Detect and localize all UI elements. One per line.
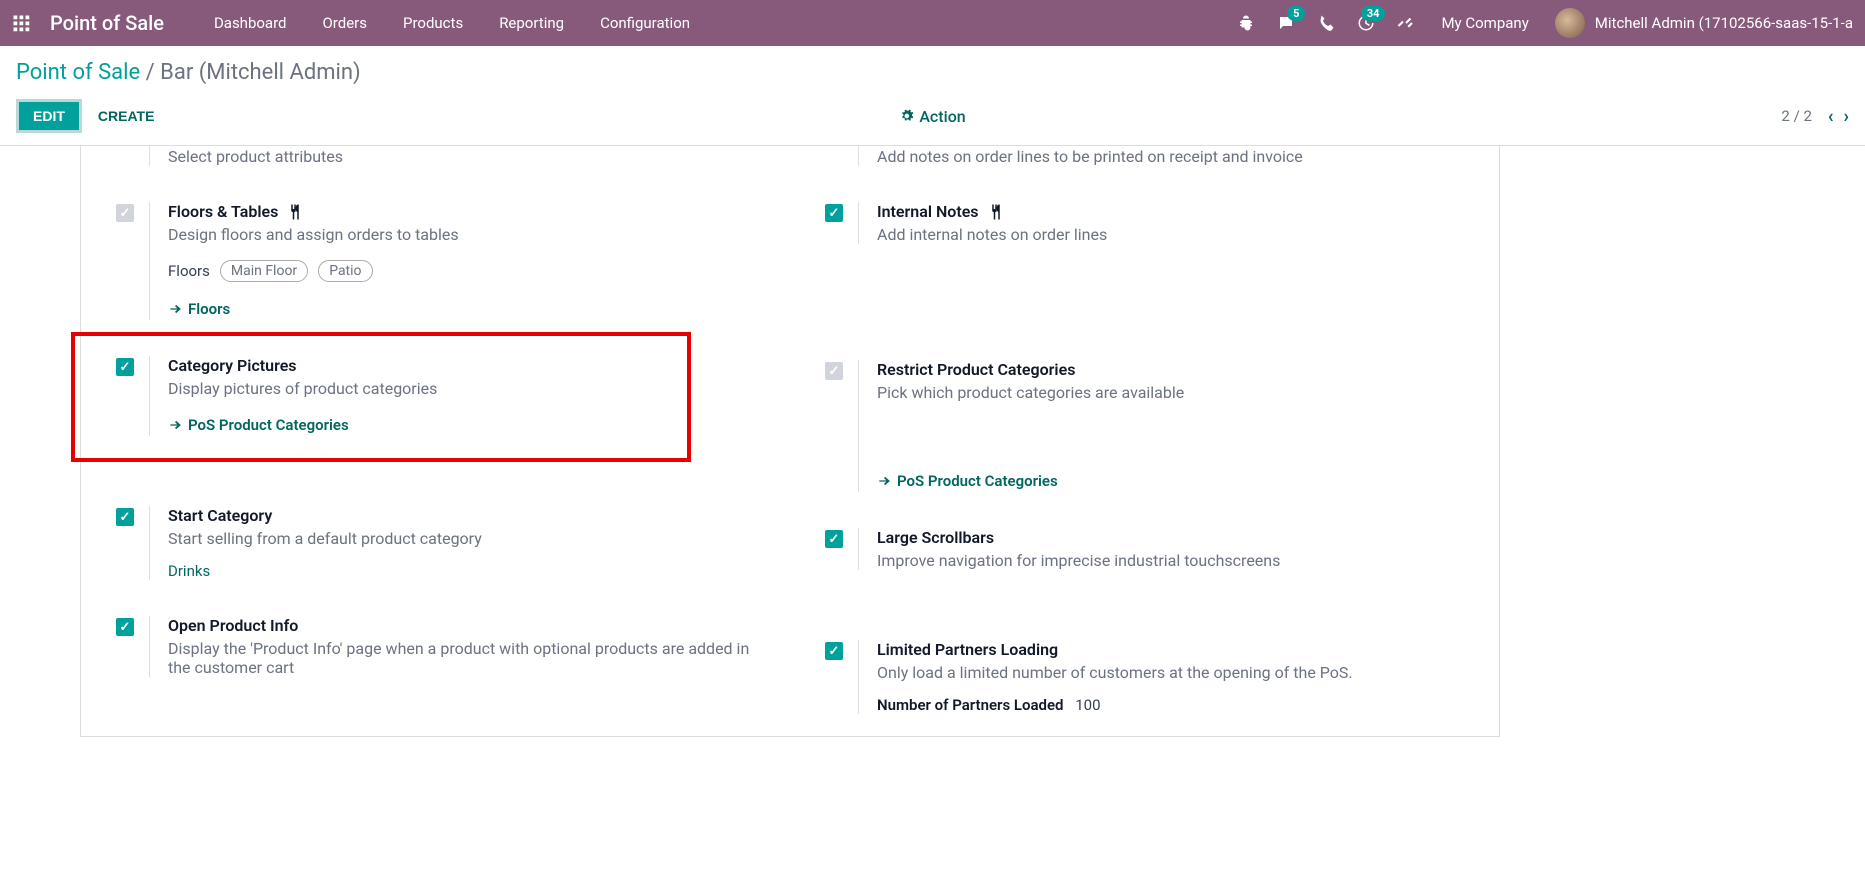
title-internal-notes: Internal Notes: [877, 202, 979, 221]
nav-orders[interactable]: Orders: [304, 0, 385, 46]
nav-reporting[interactable]: Reporting: [481, 0, 582, 46]
title-open-product-info: Open Product Info: [168, 616, 770, 635]
pill-main-floor[interactable]: Main Floor: [220, 260, 308, 282]
pager-text: 2 / 2: [1781, 107, 1812, 125]
pager-next[interactable]: ›: [1844, 106, 1849, 127]
breadcrumb-root[interactable]: Point of Sale: [16, 60, 140, 85]
company-selector[interactable]: My Company: [1427, 14, 1542, 32]
breadcrumb-bar: Point of Sale / Bar (Mitchell Admin): [0, 46, 1865, 85]
setting-large-scrollbars: Large Scrollbars Improve navigation for …: [810, 514, 1479, 592]
content-scroll[interactable]: Product Configurator Select product attr…: [0, 146, 1865, 886]
activity-badge: 34: [1361, 6, 1386, 21]
checkbox-internal-notes[interactable]: [825, 204, 843, 222]
pill-patio[interactable]: Patio: [318, 260, 372, 282]
desc-floors-tables: Design floors and assign orders to table…: [168, 225, 770, 244]
num-partners-value: 100: [1075, 696, 1100, 714]
control-bar: Edit Create Action 2 / 2 ‹ ›: [0, 85, 1865, 146]
checkbox-restrict-categories[interactable]: [825, 362, 843, 380]
desc-customer-notes: Add notes on order lines to be printed o…: [877, 147, 1479, 166]
user-menu[interactable]: Mitchell Admin (17102566-saas-15-1-a: [1545, 8, 1859, 38]
desc-internal-notes: Add internal notes on order lines: [877, 225, 1479, 244]
tools-icon[interactable]: [1387, 0, 1425, 46]
setting-open-product-info: Open Product Info Display the 'Product I…: [101, 602, 770, 699]
link-pos-categories-left[interactable]: PoS Product Categories: [168, 416, 349, 434]
breadcrumb: Point of Sale / Bar (Mitchell Admin): [16, 60, 1849, 85]
avatar: [1555, 8, 1585, 38]
setting-limited-partners: Limited Partners Loading Only load a lim…: [810, 592, 1479, 736]
setting-internal-notes: Internal Notes Add internal notes on ord…: [810, 188, 1479, 266]
setting-customer-notes: Customer Notes Add notes on order lines …: [810, 146, 1479, 188]
link-floors[interactable]: Floors: [168, 300, 230, 318]
pager-wrap: 2 / 2 ‹ ›: [1781, 106, 1849, 127]
title-start-category: Start Category: [168, 506, 770, 525]
desc-open-product-info: Display the 'Product Info' page when a p…: [168, 639, 770, 677]
left-column: Product Configurator Select product attr…: [81, 146, 790, 736]
edit-button[interactable]: Edit: [16, 99, 82, 133]
title-restrict-categories: Restrict Product Categories: [877, 360, 1479, 379]
desc-restrict-categories: Pick which product categories are availa…: [877, 383, 1479, 402]
pager-prev[interactable]: ‹: [1828, 106, 1834, 127]
value-start-category[interactable]: Drinks: [168, 562, 770, 580]
checkbox-category-pictures[interactable]: [116, 358, 134, 376]
checkbox-floors-tables[interactable]: [116, 204, 134, 222]
breadcrumb-sep: /: [146, 60, 161, 85]
title-limited-partners: Limited Partners Loading: [877, 640, 1479, 659]
messaging-icon[interactable]: 5: [1267, 0, 1305, 46]
nav-menu: Dashboard Orders Products Reporting Conf…: [196, 0, 708, 46]
messaging-badge: 5: [1287, 6, 1305, 21]
setting-start-category: Start Category Start selling from a defa…: [101, 458, 770, 602]
nav-configuration[interactable]: Configuration: [582, 0, 708, 46]
desc-large-scrollbars: Improve navigation for imprecise industr…: [877, 551, 1479, 570]
create-button[interactable]: Create: [82, 102, 171, 130]
breadcrumb-current: Bar (Mitchell Admin): [160, 60, 361, 85]
link-pos-categories-right[interactable]: PoS Product Categories: [877, 472, 1058, 490]
title-category-pictures: Category Pictures: [168, 356, 770, 375]
user-name: Mitchell Admin (17102566-saas-15-1-a: [1595, 14, 1853, 32]
form-sheet: Product Configurator Select product attr…: [80, 146, 1500, 737]
action-menu[interactable]: Action: [899, 107, 965, 126]
setting-restrict-categories: Restrict Product Categories Pick which p…: [810, 266, 1479, 514]
checkbox-start-category[interactable]: [116, 508, 134, 526]
restaurant-icon: [286, 203, 304, 221]
nav-dashboard[interactable]: Dashboard: [196, 0, 305, 46]
action-label: Action: [919, 107, 965, 126]
setting-product-configurator: Product Configurator Select product attr…: [101, 146, 770, 188]
pager-arrows: ‹ ›: [1828, 106, 1849, 127]
checkbox-open-product-info[interactable]: [116, 618, 134, 636]
phone-icon[interactable]: [1307, 0, 1345, 46]
checkbox-large-scrollbars[interactable]: [825, 530, 843, 548]
title-large-scrollbars: Large Scrollbars: [877, 528, 1479, 547]
desc-category-pictures: Display pictures of product categories: [168, 379, 770, 398]
num-partners-label: Number of Partners Loaded: [877, 696, 1064, 714]
setting-category-pictures: Category Pictures Display pictures of pr…: [101, 342, 770, 458]
main-navbar: Point of Sale Dashboard Orders Products …: [0, 0, 1865, 46]
desc-product-configurator: Select product attributes: [168, 147, 770, 166]
desc-start-category: Start selling from a default product cat…: [168, 529, 770, 548]
activity-icon[interactable]: 34: [1347, 0, 1385, 46]
app-brand[interactable]: Point of Sale: [50, 11, 164, 35]
title-floors-tables: Floors & Tables: [168, 202, 278, 221]
setting-floors-tables: Floors & Tables Design floors and assign…: [101, 188, 770, 342]
nav-products[interactable]: Products: [385, 0, 481, 46]
checkbox-limited-partners[interactable]: [825, 642, 843, 660]
floors-label: Floors: [168, 262, 210, 280]
nav-right: 5 34 My Company Mitchell Admin (17102566…: [1227, 0, 1859, 46]
right-column: Customer Notes Add notes on order lines …: [790, 146, 1499, 736]
debug-icon[interactable]: [1227, 0, 1265, 46]
restaurant-icon: [987, 203, 1005, 221]
apps-icon[interactable]: [6, 8, 36, 38]
desc-limited-partners: Only load a limited number of customers …: [877, 663, 1479, 682]
